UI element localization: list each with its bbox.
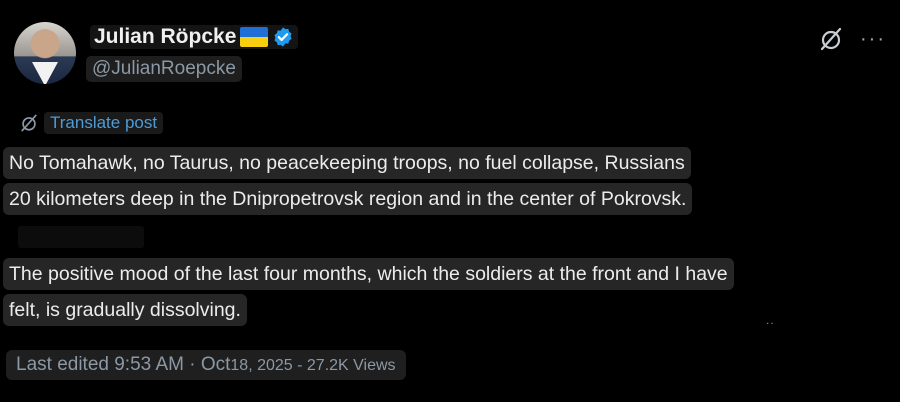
- blurred-text-artifact: [18, 226, 144, 248]
- post-metadata[interactable]: Last edited 9:53 AM · Oct 18, 2025 - 27.…: [6, 350, 406, 380]
- last-edited-timestamp[interactable]: Last edited 9:53 AM · Oct: [16, 354, 230, 376]
- grok-icon: [21, 114, 37, 132]
- post-text-line-4: felt, is gradually dissolving.: [3, 294, 247, 326]
- decorative-dots: ..: [766, 313, 775, 327]
- date-and-views[interactable]: 18, 2025 - 27.2K Views: [230, 357, 395, 375]
- post-text-line-3: The positive mood of the last four month…: [3, 258, 734, 290]
- post-text-line-2: 20 kilometers deep in the Dnipropetrovsk…: [3, 183, 693, 215]
- author-name-row[interactable]: Julian Röpcke: [90, 25, 299, 49]
- more-options-icon[interactable]: ···: [860, 28, 886, 51]
- author-handle[interactable]: @JulianRoepcke: [86, 56, 242, 82]
- post-actions: ···: [818, 26, 886, 52]
- verified-badge-icon: [274, 27, 292, 47]
- author-display-name[interactable]: Julian Röpcke: [94, 25, 236, 49]
- translate-post-link[interactable]: Translate post: [44, 112, 164, 134]
- translate-post[interactable]: Translate post: [18, 112, 164, 134]
- avatar-shirt: [32, 62, 58, 84]
- avatar[interactable]: [14, 22, 76, 84]
- post-text-line-1: No Tomahawk, no Taurus, no peacekeeping …: [3, 147, 691, 179]
- ukraine-flag-icon: [240, 27, 269, 47]
- grok-icon[interactable]: [818, 26, 844, 52]
